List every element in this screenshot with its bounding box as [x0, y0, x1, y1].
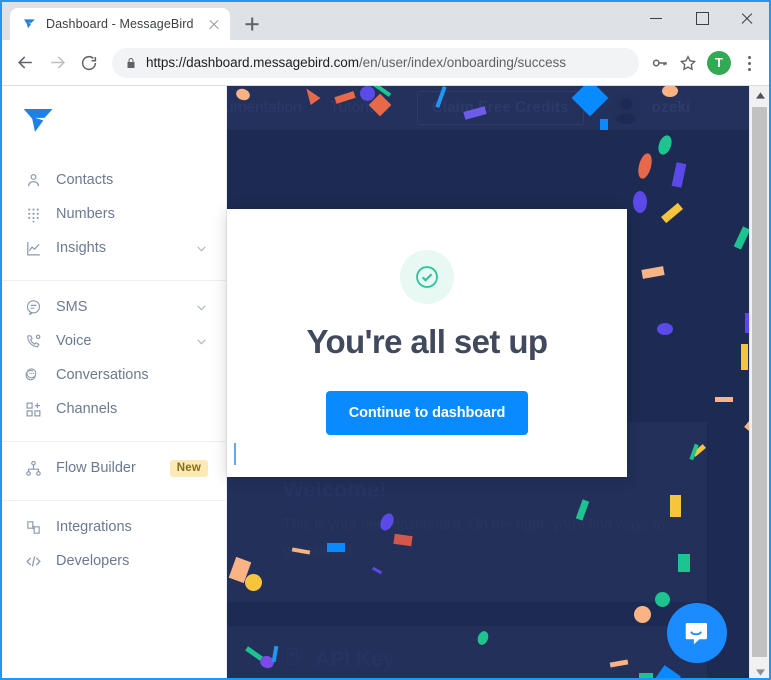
text-caret [234, 443, 236, 465]
browser-tab-title: Dashboard - MessageBird [46, 17, 194, 31]
documentation-link[interactable]: umentation [227, 99, 302, 117]
key-icon[interactable] [647, 50, 673, 76]
browser-window: Dashboard - MessageBird https://dashboar… [0, 0, 771, 680]
forward-arrow-icon [42, 48, 72, 78]
code-icon [24, 552, 42, 570]
sidebar-item-label: Channels [56, 401, 118, 417]
claim-free-credits-button[interactable]: Claim Free Credits [416, 91, 584, 125]
sidebar-item-flow-builder[interactable]: Flow Builder New [2, 452, 226, 484]
sidebar-item-label: Developers [56, 553, 130, 569]
flow-nodes-icon [24, 459, 42, 477]
sidebar-item-label: Integrations [56, 519, 132, 535]
page-scrollbar[interactable] [749, 86, 769, 678]
user-avatar-icon [609, 92, 642, 124]
intercom-chat-button[interactable] [667, 603, 727, 663]
sidebar-item-contacts[interactable]: Contacts [2, 164, 226, 196]
sidebar-item-numbers[interactable]: Numbers [2, 198, 226, 230]
sidebar-item-insights[interactable]: Insights [2, 232, 226, 264]
grid-plus-icon [24, 400, 42, 418]
sidebar-item-conversations[interactable]: Conversations [2, 359, 226, 391]
browser-tab[interactable]: Dashboard - MessageBird [10, 8, 230, 40]
page-header: umentation Tutorials Claim Free Credits … [227, 86, 749, 130]
back-arrow-icon[interactable] [10, 48, 40, 78]
profile-avatar[interactable]: T [707, 50, 731, 75]
sidebar-item-label: Voice [56, 333, 92, 349]
sidebar-item-label: Flow Builder [56, 460, 136, 476]
page-viewport: umentation Tutorials Claim Free Credits … [2, 86, 769, 678]
api-key-icon [283, 646, 305, 673]
new-tab-button[interactable] [238, 10, 266, 38]
sidebar-item-integrations[interactable]: Integrations [2, 511, 226, 543]
phone-icon [24, 332, 42, 350]
sidebar-item-sms[interactable]: SMS [2, 291, 226, 323]
user-menu[interactable]: ozeki [609, 92, 691, 124]
messagebird-logo[interactable] [2, 86, 226, 154]
dialpad-icon [24, 205, 42, 223]
sidebar-group: Flow Builder New [2, 442, 226, 500]
chevron-down-icon[interactable] [195, 242, 208, 255]
sidebar-group: SMS Voice Conversations Channels [2, 281, 226, 441]
sidebar-item-voice[interactable]: Voice [2, 325, 226, 357]
maximize-icon[interactable] [679, 2, 724, 34]
api-key-title: API Key [315, 648, 395, 671]
puzzle-icon [24, 518, 42, 536]
scrollbar-thumb[interactable] [752, 107, 767, 657]
messagebird-logo-icon [21, 16, 38, 33]
sidebar-item-label: Conversations [56, 367, 149, 383]
chevron-down-icon[interactable] [195, 301, 208, 314]
kebab-menu-icon[interactable] [737, 50, 761, 76]
sidebar-item-label: SMS [56, 299, 88, 315]
app-sidebar: Contacts Numbers Insights SMS Voice Conversat… [2, 86, 227, 678]
person-icon [24, 171, 42, 189]
speech-bubble-icon [24, 298, 42, 316]
window-close-icon[interactable] [724, 2, 769, 34]
continue-to-dashboard-button[interactable]: Continue to dashboard [325, 391, 529, 435]
address-bar[interactable]: https://dashboard.messagebird.com/en/use… [112, 47, 639, 78]
star-icon[interactable] [675, 50, 701, 76]
intercom-chat-icon [685, 623, 707, 645]
chevron-down-icon[interactable] [195, 335, 208, 348]
modal-title: You're all set up [306, 323, 549, 360]
chart-icon [24, 239, 42, 257]
lock-icon [125, 56, 137, 70]
tutorials-link[interactable]: Tutorials [330, 99, 389, 117]
sidebar-item-label: Numbers [56, 206, 115, 222]
check-circle-icon [400, 250, 454, 304]
sidebar-item-channels[interactable]: Channels [2, 393, 226, 425]
url-path: /en/user/index/onboarding/success [358, 55, 566, 70]
reload-icon[interactable] [74, 48, 104, 78]
url-text: https://dashboard.messagebird.com/en/use… [146, 55, 629, 70]
browser-toolbar: https://dashboard.messagebird.com/en/use… [2, 40, 769, 86]
sidebar-group: Integrations Developers [2, 501, 226, 593]
sidebar-item-badge: New [169, 459, 208, 477]
scroll-down-icon[interactable] [750, 663, 769, 678]
success-modal: You're all set up Continue to dashboard [227, 209, 627, 477]
browser-tabstrip: Dashboard - MessageBird [2, 2, 769, 40]
url-host: https://dashboard.messagebird.com [146, 55, 359, 70]
sidebar-item-developers[interactable]: Developers [2, 545, 226, 577]
minimize-icon[interactable] [634, 2, 679, 34]
chat-bubbles-icon [24, 366, 42, 384]
sidebar-group: Contacts Numbers Insights [2, 154, 226, 280]
welcome-title: Welcome! [283, 477, 387, 502]
sidebar-item-label: Contacts [56, 172, 114, 188]
scroll-up-icon[interactable] [750, 86, 769, 104]
welcome-body: This is your new dashboard. On the right… [283, 517, 666, 559]
window-controls [634, 2, 769, 34]
api-key-card: API Key DESCRIPTION [227, 626, 707, 678]
username-label: ozeki [651, 99, 691, 116]
tab-close-icon[interactable] [206, 16, 222, 32]
sidebar-item-label: Insights [56, 240, 106, 256]
